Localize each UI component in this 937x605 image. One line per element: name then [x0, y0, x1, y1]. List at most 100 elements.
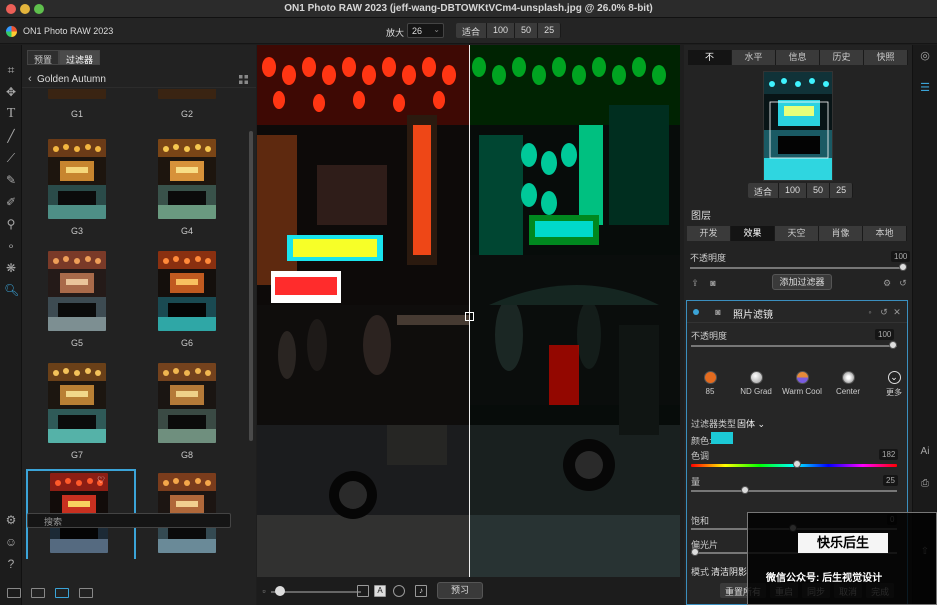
amount-knob[interactable]: [741, 486, 749, 494]
add-filter-button[interactable]: 添加过滤器: [772, 274, 832, 290]
settings-icon[interactable]: ⚙: [4, 513, 18, 527]
preset-thumbnail: [158, 363, 216, 443]
music-note-icon[interactable]: ♪: [415, 585, 427, 597]
tab-local[interactable]: 本地: [863, 226, 907, 241]
single-view-icon[interactable]: [7, 588, 21, 598]
preset-tile[interactable]: G8: [132, 359, 242, 471]
zoom-fit-button[interactable]: 适合: [456, 23, 488, 38]
filter-camera-icon[interactable]: ◙: [713, 307, 723, 317]
preset-tile[interactable]: G5: [22, 247, 132, 359]
ai-mask-icon[interactable]: ∘: [4, 239, 18, 253]
compare-split-handle[interactable]: [465, 312, 474, 321]
preset-tile[interactable]: G4: [132, 135, 242, 247]
crop-tool-icon[interactable]: ⌗: [4, 63, 18, 77]
move-tool-icon[interactable]: ✥: [4, 85, 18, 99]
nav-100-button[interactable]: 100: [779, 183, 808, 198]
hue-knob[interactable]: [793, 460, 801, 468]
preset-tile[interactable]: G7: [22, 359, 132, 471]
camera-icon[interactable]: ◙: [708, 278, 718, 288]
user-icon[interactable]: ☺: [4, 535, 18, 549]
text-tool-icon[interactable]: T: [4, 107, 18, 121]
tab-portrait[interactable]: 肖像: [819, 226, 863, 241]
layer-opacity-slider[interactable]: [690, 267, 904, 269]
tab-info[interactable]: 信息: [776, 50, 820, 65]
brush-tool-icon[interactable]: ╱: [4, 129, 18, 143]
tab-filters[interactable]: 过滤器: [59, 50, 101, 65]
gear-icon[interactable]: ⚙: [882, 278, 892, 288]
tab-presets[interactable]: 预置: [27, 50, 60, 65]
filter-reset-icon[interactable]: ↺: [879, 307, 889, 317]
search-input[interactable]: [27, 513, 231, 528]
swatch-warm-cool[interactable]: Warm Cool: [779, 371, 825, 398]
nav-fit-button[interactable]: 适合: [748, 183, 780, 198]
filter-type-select[interactable]: 固体 ⌄: [737, 417, 765, 430]
navigator-thumbnail[interactable]: [763, 71, 833, 181]
filter-opacity-value[interactable]: 100: [875, 329, 895, 340]
swatch-center[interactable]: Center: [825, 371, 871, 398]
filter-enabled-toggle[interactable]: [693, 309, 699, 315]
perfect-eraser-icon[interactable]: ✐: [4, 195, 18, 209]
preview-button[interactable]: 预习: [437, 582, 483, 599]
tab-develop[interactable]: 开发: [687, 226, 731, 241]
filmstrip-view-icon[interactable]: [31, 588, 45, 598]
mask-toggle-icon[interactable]: [357, 585, 369, 597]
tab-sky[interactable]: 天空: [775, 226, 819, 241]
back-arrow-icon[interactable]: ‹: [28, 73, 32, 85]
polarizer-knob[interactable]: [691, 548, 699, 556]
text-overlay-icon[interactable]: A: [374, 585, 386, 597]
amount-slider[interactable]: [691, 490, 897, 492]
zoom-slider-knob[interactable]: [275, 586, 285, 596]
zoom-select[interactable]: 26 ⌄: [407, 23, 444, 38]
filter-opacity-knob[interactable]: [889, 341, 897, 349]
preset-scrollbar[interactable]: [249, 131, 253, 441]
filter-opacity-slider[interactable]: [691, 345, 897, 347]
hue-value[interactable]: 182: [879, 449, 899, 460]
image-canvas[interactable]: [257, 45, 680, 577]
swatch-85[interactable]: 85: [687, 371, 733, 398]
color-swatch[interactable]: [711, 432, 733, 444]
tab-history[interactable]: 历史: [820, 50, 864, 65]
help-icon[interactable]: ?: [4, 557, 18, 571]
zoom-value: 26: [412, 26, 423, 36]
preset-tile[interactable]: G3: [22, 135, 132, 247]
nav-50-button[interactable]: 50: [807, 183, 831, 198]
browse-camera-icon[interactable]: ◎: [918, 49, 932, 63]
compare-split-line[interactable]: [469, 45, 470, 577]
reset-icon[interactable]: ↺: [898, 278, 908, 288]
preset-tile[interactable]: G2: [132, 89, 242, 135]
tab-levels[interactable]: 水平: [732, 50, 776, 65]
compare-view-icon[interactable]: [55, 588, 69, 598]
layer-opacity-value[interactable]: 100: [891, 251, 911, 262]
print-icon[interactable]: ⎙: [918, 477, 932, 491]
zoom-25-button[interactable]: 25: [538, 23, 562, 38]
edit-sliders-icon[interactable]: ☰: [918, 81, 932, 95]
tab-effects[interactable]: 效果: [731, 226, 775, 241]
amount-value[interactable]: 25: [883, 475, 898, 486]
preset-tile[interactable]: G1: [22, 89, 132, 135]
filter-options-icon[interactable]: ◦: [865, 307, 875, 317]
tab-snapshots[interactable]: 快照: [864, 50, 908, 65]
zoom-50-button[interactable]: 50: [515, 23, 539, 38]
circle-mask-icon[interactable]: [393, 585, 405, 597]
masking-brush-icon[interactable]: ⟋: [4, 151, 18, 165]
preset-tile[interactable]: G6: [132, 247, 242, 359]
zoom-tool-icon[interactable]: 🔍︎: [4, 283, 19, 297]
tab-navigator[interactable]: 不: [688, 50, 732, 65]
clone-stamp-icon[interactable]: ⚲: [4, 217, 18, 231]
nav-25-button[interactable]: 25: [830, 183, 854, 198]
grid-view-toggle-icon[interactable]: [79, 588, 93, 598]
import-icon[interactable]: ⇪: [690, 278, 700, 288]
layer-opacity-knob[interactable]: [899, 263, 907, 271]
zoom-out-icon[interactable]: ▫: [259, 586, 269, 596]
ai-icon[interactable]: Ai: [918, 445, 932, 459]
favorite-heart-icon[interactable]: ♡: [96, 475, 106, 485]
grid-view-icon[interactable]: [239, 75, 248, 84]
chevron-down-icon: ⌄: [433, 25, 440, 34]
retouch-brush-icon[interactable]: ✎: [4, 173, 18, 187]
mode-select[interactable]: 清洁阴影: [711, 565, 747, 578]
close-icon[interactable]: ✕: [892, 307, 902, 317]
zoom-100-button[interactable]: 100: [487, 23, 516, 38]
swatch-more[interactable]: ⌄ 更多: [871, 371, 917, 398]
swatch-nd-grad[interactable]: ND Grad: [733, 371, 779, 398]
refine-brush-icon[interactable]: ❋: [4, 261, 18, 275]
